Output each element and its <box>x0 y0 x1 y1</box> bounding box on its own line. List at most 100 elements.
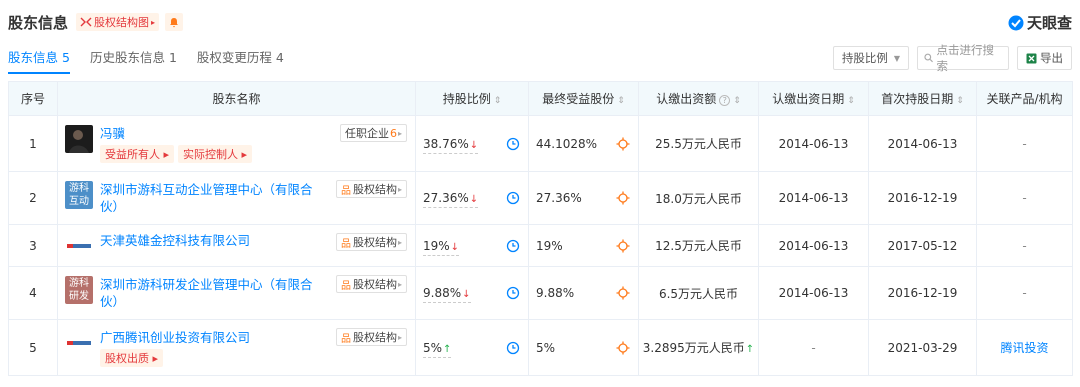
search-icon <box>924 53 933 63</box>
table-row: 5 广西腾讯创业投资有限公司 股权出质 ▸ 品股权结构 ▸ 5%↑ 5% 3.2895万元人民… <box>8 319 1073 376</box>
share-percent: 19% <box>423 238 450 253</box>
share-cell: 38.76%↓ <box>415 115 529 172</box>
shareholder-cell: 冯骥受益所有人 ▸ 实际控制人 ▸ 任职企业 6 ▸ <box>57 115 416 172</box>
benefit-cell: 27.36% <box>528 171 639 225</box>
subscribe-date: 2014-06-13 <box>758 171 869 225</box>
brand-icon <box>1008 15 1024 30</box>
action-label: 股权结构 <box>352 331 397 344</box>
trace-target-icon[interactable] <box>616 286 630 300</box>
first-hold-date: 2016-12-19 <box>868 171 977 225</box>
sort-icon[interactable]: ⇕ <box>617 96 625 106</box>
tag-badge[interactable]: 实际控制人 ▸ <box>178 144 253 163</box>
equity-structure-button[interactable]: 品股权结构 ▸ <box>335 233 407 251</box>
tab-history-shareholders[interactable]: 历史股东信息 1 <box>90 47 177 74</box>
arrow-down-icon: ↓ <box>462 289 471 300</box>
col-benefit[interactable]: 最终受益股份 ⇕ <box>528 81 639 116</box>
tag-list: 股权出质 ▸ <box>100 348 250 367</box>
related-org: - <box>976 171 1073 225</box>
arrow-down-icon: ↓ <box>450 241 460 253</box>
sort-icon[interactable]: ⇕ <box>733 96 741 106</box>
sort-icon[interactable]: ⇕ <box>956 96 964 106</box>
export-button[interactable]: 导出 <box>1017 46 1072 70</box>
action-count: 6 <box>389 126 397 140</box>
share-cell: 19%↓ <box>415 224 529 267</box>
shareholder-name[interactable]: 深圳市游科研发企业管理中心（有限合伙） <box>100 276 320 310</box>
share-value: 5%↑ <box>423 340 452 358</box>
share-value: 19%↓ <box>423 238 460 256</box>
col-amount[interactable]: 认缴出资额? ⇕ <box>638 81 759 116</box>
first-hold-date: 2021-03-29 <box>868 319 977 376</box>
tab-equity-changes[interactable]: 股权变更历程 4 <box>197 47 284 74</box>
shareholder-cell: 游科研发 深圳市游科研发企业管理中心（有限合伙） 品股权结构 ▸ <box>57 266 416 320</box>
history-clock-icon[interactable] <box>506 239 520 253</box>
hierarchy-icon: 品 <box>340 333 351 345</box>
tag-badge[interactable]: 股权出质 ▸ <box>100 348 164 367</box>
sort-icon[interactable]: ⇕ <box>494 96 502 106</box>
shareholder-text: 广西腾讯创业投资有限公司 股权出质 ▸ <box>100 329 250 367</box>
related-org[interactable]: 腾讯投资 <box>976 319 1073 376</box>
sort-icon[interactable]: ⇕ <box>847 96 855 106</box>
trace-target-icon[interactable] <box>616 137 630 151</box>
history-clock-icon[interactable] <box>506 137 520 151</box>
row-index: 5 <box>8 319 58 376</box>
history-clock-icon[interactable] <box>506 341 520 355</box>
search-placeholder: 点击进行搜索 <box>936 43 995 73</box>
export-label: 导出 <box>1040 51 1063 65</box>
trace-target-icon[interactable] <box>616 341 630 355</box>
first-hold-date: 2014-06-13 <box>868 115 977 172</box>
amount-cell: 18.0万元人民币 <box>638 171 759 225</box>
equity-structure-button[interactable]: 品股权结构 ▸ <box>335 180 407 198</box>
shareholder-text: 深圳市游科研发企业管理中心（有限合伙） <box>100 276 320 310</box>
equity-structure-button[interactable]: 品股权结构 ▸ <box>335 328 407 346</box>
col-subscribe-date[interactable]: 认缴出资日期 ⇕ <box>758 81 869 116</box>
related-org: - <box>976 224 1073 267</box>
chevron-right-icon: ▸ <box>151 17 156 27</box>
share-value: 9.88%↓ <box>423 286 471 303</box>
share-percent: 5% <box>423 340 443 355</box>
benefit-cell: 9.88% <box>528 266 639 320</box>
col-share[interactable]: 持股比例 ⇕ <box>415 81 529 116</box>
related-companies-button[interactable]: 任职企业 6 ▸ <box>339 124 407 142</box>
action-label: 股权结构 <box>352 236 397 249</box>
shareholder-name[interactable]: 天津英雄金控科技有限公司 <box>100 232 250 249</box>
amount-value: 25.5万元人民币 <box>655 137 742 151</box>
benefit-value: 19% <box>536 238 563 253</box>
share-cell: 9.88%↓ <box>415 266 529 320</box>
sort-dropdown[interactable]: 持股比例 ▼ <box>832 46 909 70</box>
shareholder-logo: 游科互动 <box>65 181 93 209</box>
equity-chart-button[interactable]: 股权结构图 ▸ <box>76 13 160 31</box>
chevron-right-icon: ▸ <box>397 332 402 342</box>
shareholder-table: 序号 股东名称 持股比例 ⇕ 最终受益股份 ⇕ 认缴出资额? ⇕ 认缴出资日期 ⇕ 首次… <box>8 81 1073 376</box>
arrow-down-icon: ↓ <box>469 194 479 205</box>
history-clock-icon[interactable] <box>506 191 520 205</box>
trace-target-icon[interactable] <box>616 239 630 253</box>
shareholder-cell: 游科互动 深圳市游科互动企业管理中心（有限合伙） 品股权结构 ▸ <box>57 171 416 225</box>
amount-cell: 3.2895万元人民币↑ <box>638 319 759 376</box>
help-icon[interactable]: ? <box>719 95 731 106</box>
trace-target-icon[interactable] <box>616 191 630 205</box>
section-header: 股东信息 股权结构图 ▸ <box>8 10 184 34</box>
search-input[interactable]: 点击进行搜索 <box>917 43 1009 73</box>
shareholder-logo <box>65 328 93 357</box>
shareholder-name[interactable]: 冯骥 <box>100 125 252 142</box>
monitor-button[interactable] <box>165 13 184 31</box>
share-value: 38.76%↓ <box>423 136 479 154</box>
brand-name: 天眼查 <box>1026 14 1072 32</box>
table-header-row: 序号 股东名称 持股比例 ⇕ 最终受益股份 ⇕ 认缴出资额? ⇕ 认缴出资日期 ⇕ 首次… <box>8 81 1073 116</box>
tag-badge[interactable]: 受益所有人 ▸ <box>100 144 175 163</box>
subscribe-date: 2014-06-13 <box>758 115 869 172</box>
share-percent: 27.36% <box>423 191 469 205</box>
amount-value: 12.5万元人民币 <box>655 239 742 253</box>
history-clock-icon[interactable] <box>506 286 520 300</box>
tab-shareholders[interactable]: 股东信息 5 <box>8 47 70 74</box>
row-index: 4 <box>8 266 58 320</box>
benefit-cell: 44.1028% <box>528 115 639 172</box>
equity-structure-button[interactable]: 品股权结构 ▸ <box>335 275 407 293</box>
shareholder-name[interactable]: 广西腾讯创业投资有限公司 <box>100 329 250 346</box>
table-row: 4 游科研发 深圳市游科研发企业管理中心（有限合伙）品股权结构 ▸ 9.88%↓ 9.88… <box>8 266 1073 320</box>
share-cell: 5%↑ <box>415 319 529 376</box>
shareholder-name[interactable]: 深圳市游科互动企业管理中心（有限合伙） <box>100 181 320 215</box>
col-first-date[interactable]: 首次持股日期 ⇕ <box>868 81 977 116</box>
subscribe-date: 2014-06-13 <box>758 224 869 267</box>
table-row: 3 天津英雄金控科技有限公司品股权结构 ▸ 19%↓ 19% 12.5万元人民币 2014-… <box>8 224 1073 267</box>
